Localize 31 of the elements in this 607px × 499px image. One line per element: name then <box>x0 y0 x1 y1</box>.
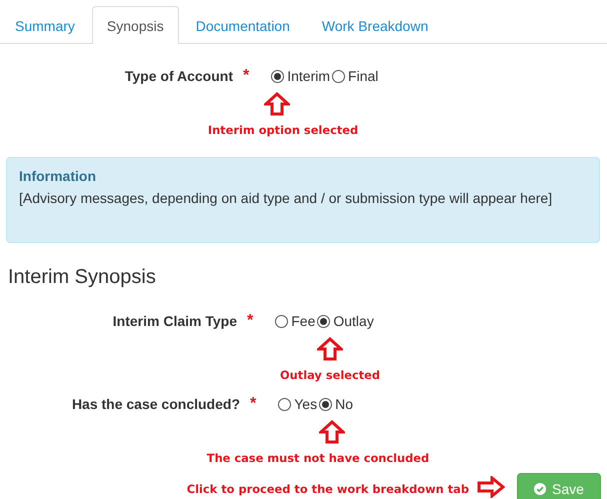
radio-button[interactable] <box>317 314 330 328</box>
field-label: Has the case concluded? <box>70 396 240 412</box>
required-mark: * <box>247 312 254 330</box>
tab[interactable]: Synopsis <box>92 6 179 44</box>
annotation: Outlay selected <box>280 368 380 382</box>
radio-label[interactable]: Fee <box>291 313 316 329</box>
field-label: Type of Account <box>124 68 233 84</box>
radio-label[interactable]: Final <box>348 68 378 84</box>
right-arrow-icon <box>477 476 505 499</box>
tab[interactable]: Work Breakdown <box>306 6 444 44</box>
info-title: Information <box>19 168 97 184</box>
tab[interactable]: Documentation <box>180 6 305 44</box>
section-title: Interim Synopsis <box>8 266 156 288</box>
radio-label[interactable]: Outlay <box>333 313 374 329</box>
annotation: Click to proceed to the work breakdown tab <box>186 482 469 496</box>
required-mark: * <box>250 395 256 413</box>
radio-button[interactable] <box>278 398 292 410</box>
radio-button[interactable] <box>275 314 288 328</box>
radio-button[interactable] <box>319 398 332 410</box>
annotation: Interim option selected <box>208 123 358 137</box>
radio-button[interactable] <box>271 70 284 82</box>
radio-label[interactable]: Yes <box>294 396 318 412</box>
info-message: [Advisory messages, depending on aid type and / or submission type will appear here] <box>19 190 554 206</box>
tab[interactable]: Summary <box>0 6 90 44</box>
check-circle-icon <box>534 482 546 494</box>
annotation: The case must not have concluded <box>206 451 430 465</box>
required-mark: * <box>243 67 250 85</box>
radio-label[interactable]: Interim <box>287 68 330 84</box>
radio-label[interactable]: No <box>335 396 353 412</box>
field-label: Interim Claim Type <box>112 313 237 329</box>
radio-button[interactable] <box>332 70 346 82</box>
